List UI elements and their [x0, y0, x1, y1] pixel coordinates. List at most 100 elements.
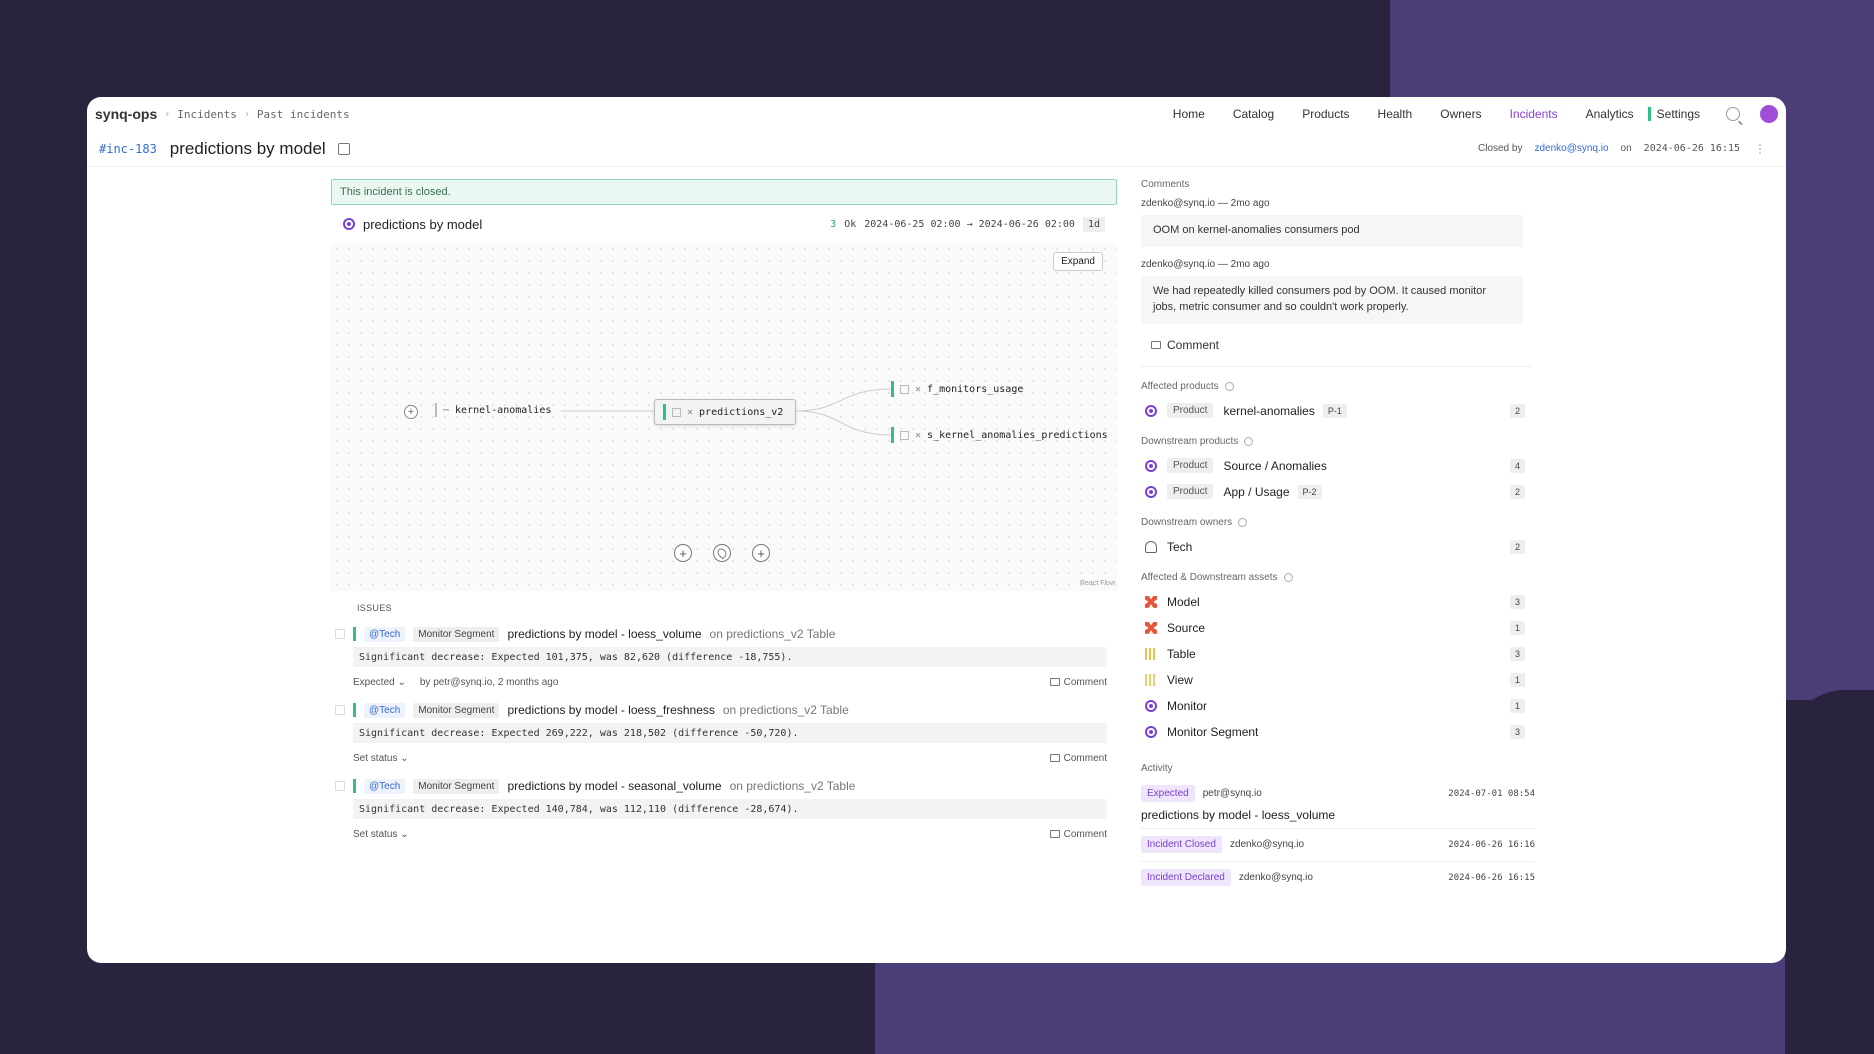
status-dropdown[interactable]: Set status ⌄: [353, 829, 409, 840]
nav-catalog[interactable]: Catalog: [1219, 107, 1288, 121]
info-icon[interactable]: [1238, 517, 1248, 527]
node-f-monitors-usage[interactable]: ✕ f_monitors_usage: [891, 381, 1023, 397]
issue-item[interactable]: @Tech Monitor Segment predictions by mod…: [331, 773, 1117, 849]
issue-status-bar: [353, 703, 356, 717]
lineage-graph[interactable]: Expand + ⋯ kernel-anomalies ✕ prediction…: [331, 243, 1117, 591]
issue-item[interactable]: @Tech Monitor Segment predictions by mod…: [331, 621, 1117, 697]
issue-target[interactable]: on predictions_v2 Table: [730, 779, 856, 793]
issue-comment-button[interactable]: Comment: [1049, 753, 1107, 764]
nav-owners[interactable]: Owners: [1426, 107, 1495, 121]
info-icon[interactable]: [1244, 436, 1254, 446]
activity-user[interactable]: zdenko@synq.io: [1230, 839, 1304, 850]
issue-title[interactable]: predictions by model - seasonal_volume: [507, 779, 721, 793]
divider: [1141, 860, 1535, 862]
closed-banner: This incident is closed.: [331, 179, 1117, 205]
comment-icon: [1049, 754, 1060, 762]
activity-user[interactable]: petr@synq.io: [1203, 788, 1262, 799]
breadcrumb-past-incidents[interactable]: Past incidents: [257, 108, 350, 121]
issue-comment-button[interactable]: Comment: [1049, 829, 1107, 840]
table-icon: [1145, 647, 1157, 660]
activity-item: Incident Declared zdenko@synq.io 2024-06…: [1141, 866, 1535, 890]
nav-home[interactable]: Home: [1159, 107, 1219, 121]
zoom-out-icon[interactable]: +: [752, 544, 770, 562]
product-name: Source / Anomalies: [1223, 458, 1327, 473]
asset-row[interactable]: Source 1: [1141, 615, 1525, 641]
owner-tag[interactable]: @Tech: [364, 778, 406, 794]
issue-footer: Expected ⌄ by petr@synq.io, 2 months ago…: [353, 667, 1107, 697]
view-icon: [1145, 673, 1157, 686]
incident-id[interactable]: #inc-183: [99, 142, 157, 156]
react-flow-attribution[interactable]: React Flow: [1080, 580, 1115, 587]
table-icon: [900, 430, 909, 440]
nav-analytics[interactable]: Analytics: [1572, 107, 1648, 121]
zoom-in-icon[interactable]: +: [674, 544, 692, 562]
issue-target[interactable]: on predictions_v2 Table: [723, 703, 849, 717]
nav-settings[interactable]: Settings: [1647, 107, 1700, 121]
pin-icon: [715, 546, 729, 560]
issue-status-bar: [353, 627, 356, 641]
table-icon: [900, 384, 909, 394]
asset-row[interactable]: Model 3: [1141, 589, 1525, 615]
page-title: predictions by model: [169, 138, 326, 158]
nav-products[interactable]: Products: [1288, 107, 1363, 121]
activity-user[interactable]: zdenko@synq.io: [1239, 872, 1313, 883]
product-row[interactable]: Product Source / Anomalies 4: [1141, 453, 1525, 479]
ok-count: 3: [830, 218, 837, 230]
info-icon[interactable]: [1283, 572, 1293, 582]
nav-health[interactable]: Health: [1364, 107, 1427, 121]
duration-badge: 1d: [1082, 216, 1105, 232]
breadcrumb-incidents[interactable]: Incidents: [177, 108, 237, 121]
issue-checkbox[interactable]: [335, 629, 345, 639]
product-row[interactable]: Product kernel-anomalies P-1 2: [1141, 398, 1525, 424]
asset-row[interactable]: Monitor 1: [1141, 693, 1525, 719]
status-dropdown[interactable]: Expected ⌄: [353, 677, 406, 688]
issue-head: @Tech Monitor Segment predictions by mod…: [353, 621, 1107, 647]
expand-upstream-icon[interactable]: +: [404, 405, 418, 419]
node-predictions-v2[interactable]: ✕ predictions_v2: [654, 399, 797, 425]
expand-button[interactable]: Expand: [1053, 252, 1103, 271]
downstream-owners-heading: Downstream owners: [1141, 517, 1535, 528]
issue-title[interactable]: predictions by model - loess_freshness: [507, 703, 714, 717]
section-title: Affected & Downstream assets: [1141, 571, 1278, 583]
org-name[interactable]: synq-ops: [95, 106, 157, 122]
node-label: predictions_v2: [699, 406, 784, 418]
breadcrumb: synq-ops › Incidents › Past incidents: [95, 106, 350, 122]
asset-name: Table: [1167, 646, 1196, 661]
owner-row[interactable]: Tech 2: [1141, 534, 1525, 560]
count-badge: 1: [1509, 698, 1525, 713]
issue-detail: Significant decrease: Expected 269,222, …: [353, 723, 1107, 743]
node-s-kernel-anomalies-predictions[interactable]: ✕ s_kernel_anomalies_predictions: [891, 427, 1108, 443]
node-kernel-anomalies[interactable]: ⋯ kernel-anomalies: [435, 403, 551, 417]
comment-icon: [1049, 678, 1060, 686]
edit-icon[interactable]: [337, 142, 350, 155]
issue-title[interactable]: predictions by model - loess_volume: [507, 627, 701, 641]
app-window: synq-ops › Incidents › Past incidents Ho…: [87, 97, 1786, 963]
product-row[interactable]: Product App / Usage P-2 2: [1141, 479, 1525, 505]
owner-tag[interactable]: @Tech: [364, 702, 406, 718]
issue-comment-button[interactable]: Comment: [1049, 677, 1107, 688]
closed-by-user[interactable]: zdenko@synq.io: [1534, 143, 1608, 154]
activity-badge: Expected: [1141, 785, 1195, 803]
add-comment-button[interactable]: Comment: [1151, 338, 1535, 352]
asset-row[interactable]: Table 3: [1141, 641, 1525, 667]
incident-range: 3 Ok 2024-06-25 02:00 → 2024-06-26 02:00…: [830, 216, 1105, 232]
asset-row[interactable]: View 1: [1141, 667, 1525, 693]
owner-tag[interactable]: @Tech: [364, 626, 406, 642]
issue-detail: Significant decrease: Expected 101,375, …: [353, 647, 1107, 667]
search-icon[interactable]: [1726, 107, 1740, 121]
background-shape: [1785, 690, 1874, 1054]
activity-item: Incident Closed zdenko@synq.io 2024-06-2…: [1141, 833, 1535, 857]
issue-target[interactable]: on predictions_v2 Table: [710, 627, 836, 641]
nav-incidents[interactable]: Incidents: [1496, 107, 1572, 121]
node-label: f_monitors_usage: [927, 383, 1024, 395]
info-icon[interactable]: [1224, 381, 1234, 391]
issue-checkbox[interactable]: [335, 781, 345, 791]
avatar[interactable]: [1760, 105, 1778, 123]
issue-item[interactable]: @Tech Monitor Segment predictions by mod…: [331, 697, 1117, 773]
more-options-icon[interactable]: ⋮: [1754, 142, 1766, 156]
asset-row[interactable]: Monitor Segment 3: [1141, 719, 1525, 745]
status-dropdown[interactable]: Set status ⌄: [353, 753, 409, 764]
count-badge: 3: [1509, 646, 1525, 661]
issue-checkbox[interactable]: [335, 705, 345, 715]
fit-view-button[interactable]: [713, 544, 731, 562]
